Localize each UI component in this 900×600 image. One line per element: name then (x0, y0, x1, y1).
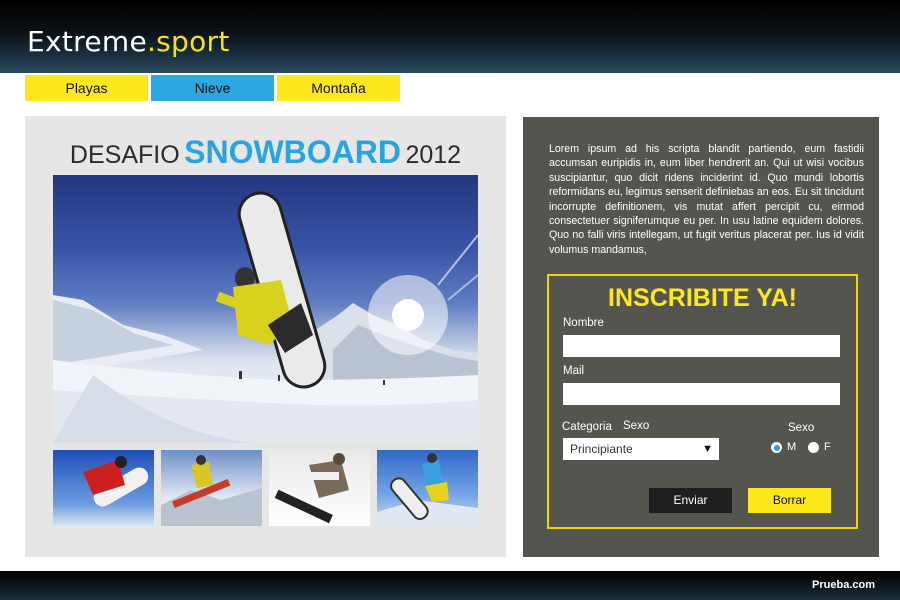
category-select[interactable]: Principiante ▼ (563, 438, 719, 460)
reset-button[interactable]: Borrar (748, 488, 831, 513)
sex-radio-m[interactable] (771, 442, 782, 453)
chevron-down-icon: ▼ (702, 443, 713, 455)
nav-item-playas[interactable]: Playas (25, 75, 148, 101)
headline-prefix: DESAFIO (69, 141, 180, 169)
form-title: INSCRIBITE YA! (608, 284, 797, 312)
name-input[interactable] (563, 335, 840, 357)
signup-form: INSCRIBITE YA! Nombre Mail Categoria Sex… (547, 274, 858, 529)
nav-item-montana[interactable]: Montaña (277, 75, 400, 101)
thumbnail-photo-1[interactable] (53, 450, 154, 526)
mail-label: Mail (563, 365, 585, 377)
mail-input[interactable] (563, 383, 840, 405)
promo-headline: DESAFIO SNOWBOARD 2012 (25, 134, 506, 171)
site-logo[interactable]: Extreme.sport (27, 25, 230, 59)
headline-year: 2012 (405, 141, 462, 169)
category-sexo-label: Sexo (623, 420, 650, 432)
logo-accent-text: .sport (146, 25, 230, 58)
thumbnail-photo-3[interactable] (269, 450, 370, 526)
sex-radio-f[interactable] (808, 442, 819, 453)
footer-brand[interactable]: Prueba.com (812, 579, 875, 591)
thumbnail-photo-4[interactable] (377, 450, 478, 526)
main-snowboard-photo (53, 175, 478, 443)
page: Extreme.sport Playas Nieve Montaña DESAF… (0, 0, 900, 600)
sex-label: Sexo (788, 422, 815, 434)
headline-main: SNOWBOARD (184, 134, 401, 170)
snowboard-jump-illustration (53, 191, 478, 443)
nav-item-nieve[interactable]: Nieve (151, 75, 274, 101)
submit-button[interactable]: Enviar (649, 488, 732, 513)
main-nav: Playas Nieve Montaña (25, 75, 403, 101)
signup-panel: Lorem ipsum ad his scripta blandit parti… (523, 117, 879, 557)
name-label: Nombre (563, 317, 604, 329)
category-label: Categoria (562, 421, 612, 433)
thumbnail-photo-2[interactable] (161, 450, 262, 526)
info-paragraph: Lorem ipsum ad his scripta blandit parti… (549, 143, 864, 256)
category-selected-value: Principiante (570, 442, 633, 456)
sex-radio-f-label: F (824, 441, 831, 453)
logo-main-text: Extreme (27, 25, 147, 58)
sex-radio-m-label: M (787, 441, 797, 453)
thumbnail-strip (53, 450, 478, 526)
header-bar: Extreme.sport (0, 0, 900, 73)
promo-panel: DESAFIO SNOWBOARD 2012 (25, 116, 506, 557)
footer-bar: Prueba.com (0, 571, 900, 600)
